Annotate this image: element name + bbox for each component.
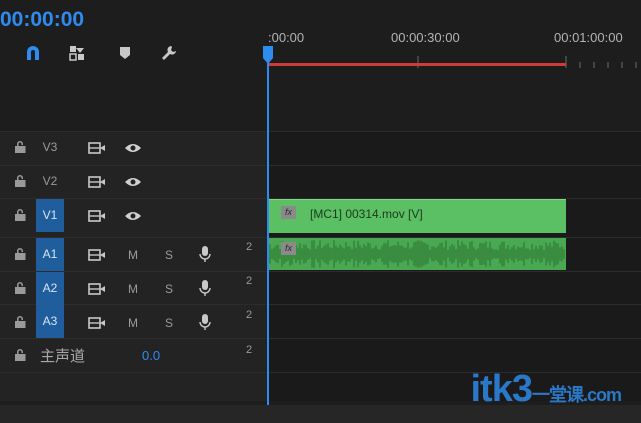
sync-lock-icon[interactable] (88, 175, 106, 189)
track-name-v3[interactable]: V3 (36, 132, 64, 162)
master-volume-value[interactable]: 0.0 (142, 348, 160, 363)
audio-waveform (268, 240, 565, 268)
ruler-label-start: :00:00 (268, 30, 305, 45)
lock-icon[interactable] (14, 281, 26, 295)
watermark-sub: 一堂课 (531, 385, 584, 405)
eye-icon[interactable] (124, 210, 142, 222)
eye-icon[interactable] (124, 176, 142, 188)
solo-button[interactable]: S (162, 282, 176, 296)
microphone-icon[interactable] (199, 279, 211, 297)
mute-button[interactable]: M (126, 282, 140, 296)
microphone-icon[interactable] (199, 313, 211, 331)
fx-badge[interactable]: fx (281, 242, 296, 255)
watermark-main: itk3 (470, 368, 533, 410)
video-clip[interactable]: fx [MC1] 00314.mov [V] (268, 199, 566, 233)
eye-icon[interactable] (124, 142, 142, 154)
master-track-label: 主声道 (40, 348, 86, 365)
mute-button[interactable]: M (126, 316, 140, 330)
work-area-bar[interactable] (268, 63, 566, 66)
track-name-a2[interactable]: A2 (36, 272, 64, 305)
ruler-label-30s: 00:00:30:00 (391, 30, 460, 45)
lock-icon[interactable] (14, 140, 26, 154)
ruler-label-1m: 00:01:00:00 (554, 30, 623, 45)
channel-count: 2 (246, 241, 253, 253)
track-row-master (0, 338, 641, 372)
timeline-panel: 00:00:00 :00:00 00:00:30:00 00:01:00:00 (0, 0, 641, 423)
lock-icon[interactable] (14, 247, 26, 261)
lock-icon[interactable] (14, 315, 26, 329)
channel-count: 2 (246, 344, 253, 356)
sync-lock-icon[interactable] (88, 248, 106, 262)
sync-lock-icon[interactable] (88, 282, 106, 296)
sync-lock-icon[interactable] (88, 141, 106, 155)
fx-badge[interactable]: fx (281, 206, 296, 219)
solo-button[interactable]: S (162, 248, 176, 262)
add-marker-icon[interactable] (116, 44, 134, 62)
track-name-v2[interactable]: V2 (36, 166, 64, 196)
audio-clip[interactable]: fx (268, 238, 566, 270)
magnet-icon[interactable] (24, 44, 42, 62)
watermark: itk3一堂课.com (470, 368, 623, 411)
sync-lock-icon[interactable] (88, 209, 106, 223)
lock-icon[interactable] (14, 174, 26, 188)
sync-lock-icon[interactable] (88, 316, 106, 330)
video-clip-name: [MC1] 00314.mov [V] (310, 207, 423, 221)
track-name-a1[interactable]: A1 (36, 238, 64, 271)
mute-button[interactable]: M (126, 248, 140, 262)
watermark-domain: .com (582, 385, 622, 405)
playhead-handle[interactable] (263, 46, 273, 64)
track-name-a3[interactable]: A3 (36, 305, 64, 338)
solo-button[interactable]: S (162, 316, 176, 330)
linked-selection-icon[interactable] (68, 44, 86, 62)
wrench-icon[interactable] (160, 44, 178, 62)
lock-icon[interactable] (14, 208, 26, 222)
channel-count: 2 (246, 309, 253, 321)
lock-icon[interactable] (14, 348, 26, 362)
microphone-icon[interactable] (199, 245, 211, 263)
track-name-v1[interactable]: V1 (36, 199, 64, 232)
timecode-display[interactable]: 00:00:00 (0, 8, 84, 32)
channel-count: 2 (246, 275, 253, 287)
playhead-line[interactable] (267, 56, 269, 406)
